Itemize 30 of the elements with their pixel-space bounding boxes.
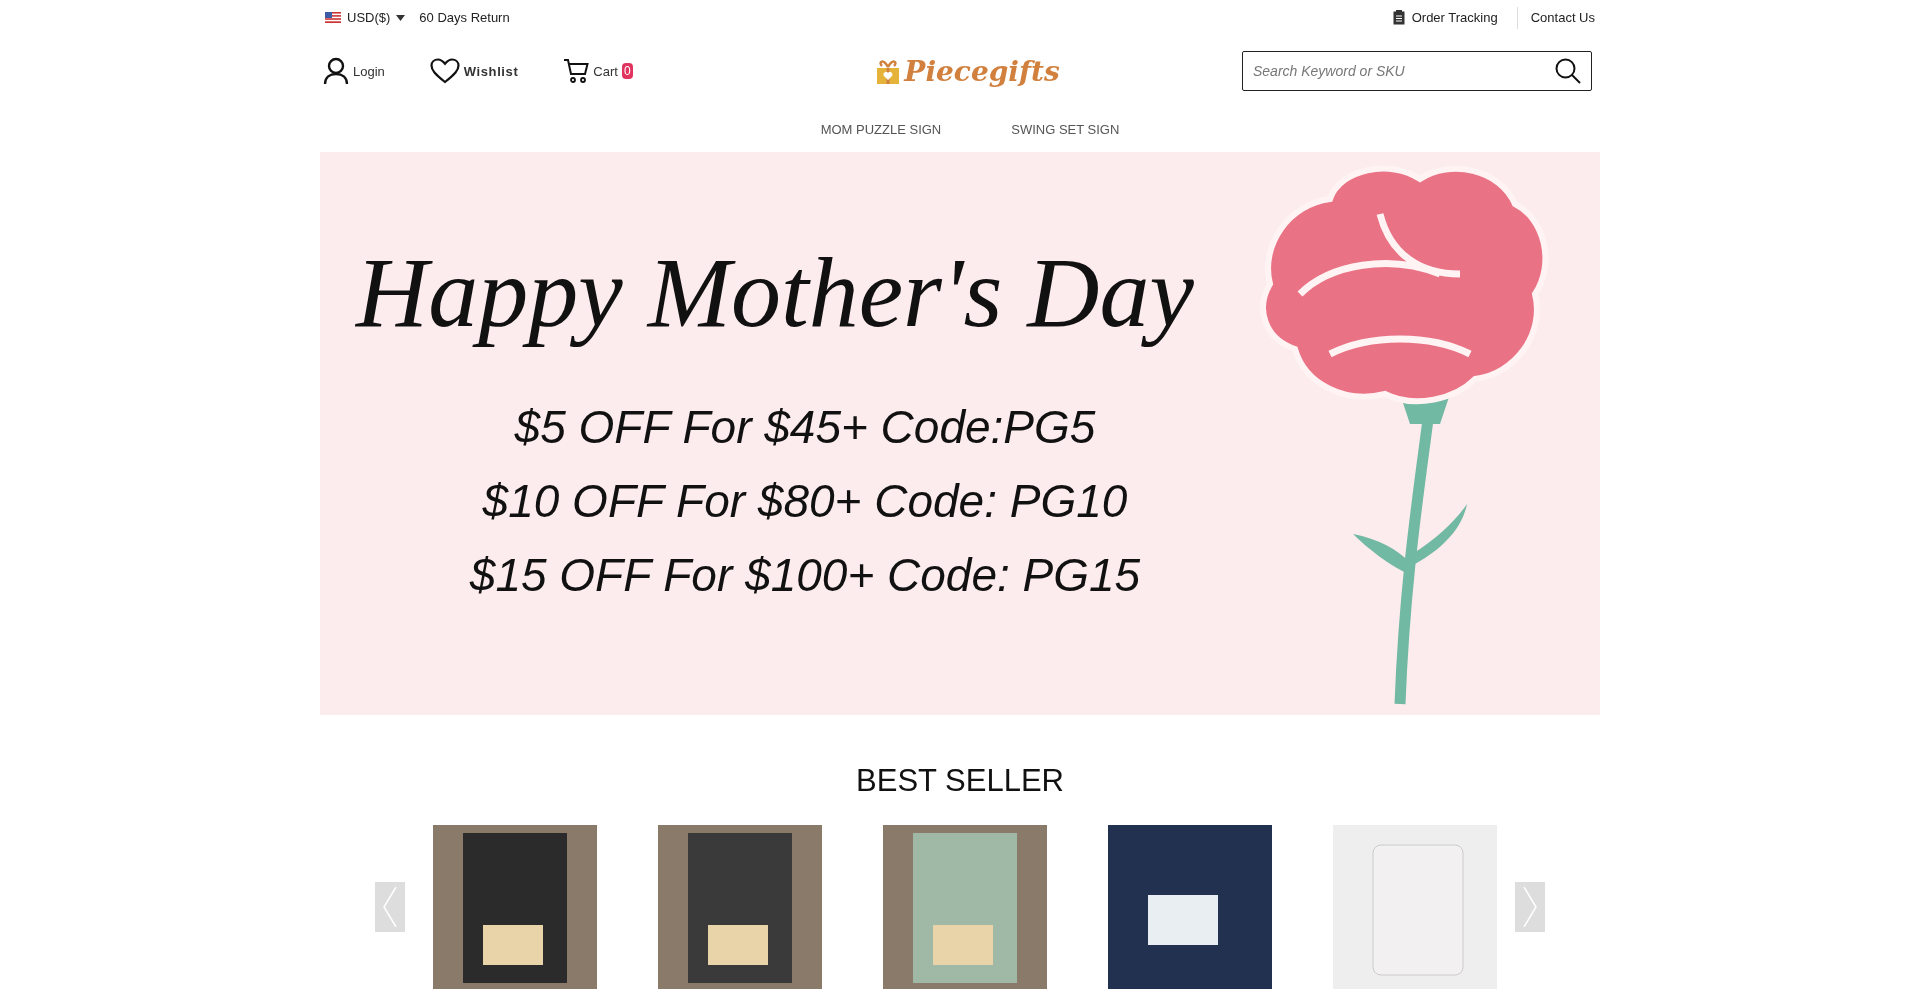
person-icon [323, 57, 349, 85]
caret-icon [396, 14, 406, 21]
cart-count-badge: 0 [621, 63, 633, 79]
login-link[interactable]: Login [323, 57, 385, 85]
search-field[interactable]: Search Keyword or SKU [1242, 51, 1592, 91]
product-photo[interactable] [433, 825, 597, 989]
section-title: BEST SELLER [855, 762, 1065, 800]
chevron-left-icon [383, 887, 397, 927]
returns-text: 60 Days Return [419, 10, 510, 25]
offer-text: $15 OFF For $100+ Code: PG15 [468, 548, 1141, 603]
chevron-right-icon [1523, 887, 1537, 927]
cart-icon [563, 58, 590, 84]
currency-selector[interactable]: USD($) [325, 10, 406, 25]
offer-text: $5 OFF For $45+ Code:PG5 [513, 400, 1096, 455]
product-photo[interactable] [1108, 825, 1272, 989]
cart-link[interactable]: Cart 0 [563, 58, 633, 84]
flag-icon [325, 12, 341, 23]
search-button[interactable] [1554, 57, 1582, 85]
offer-text: $10 OFF For $80+ Code: PG10 [481, 474, 1128, 529]
promo-banner[interactable]: Happy Mother's Day $5 OFF For $45+ Code:PG5 $10 OFF For $80+ Code: PG10 $15 OFF For $100+ Code: PG15 [320, 152, 1600, 715]
contact-link[interactable]: Contact Us [1516, 6, 1600, 29]
product-photo[interactable] [658, 825, 822, 989]
wishlist-link[interactable]: Wishlist [429, 58, 519, 84]
search-icon [1554, 57, 1582, 85]
clipboard-icon [1392, 10, 1405, 25]
nav-link[interactable]: MOM PUZZLE SIGN [820, 122, 942, 137]
heart-icon [429, 58, 460, 84]
nav-link[interactable]: SWING SET SIGN [1011, 122, 1120, 137]
order-tracking-link[interactable]: Order Tracking [1387, 10, 1503, 25]
banner-title: Happy Mother's Day [356, 236, 1194, 350]
